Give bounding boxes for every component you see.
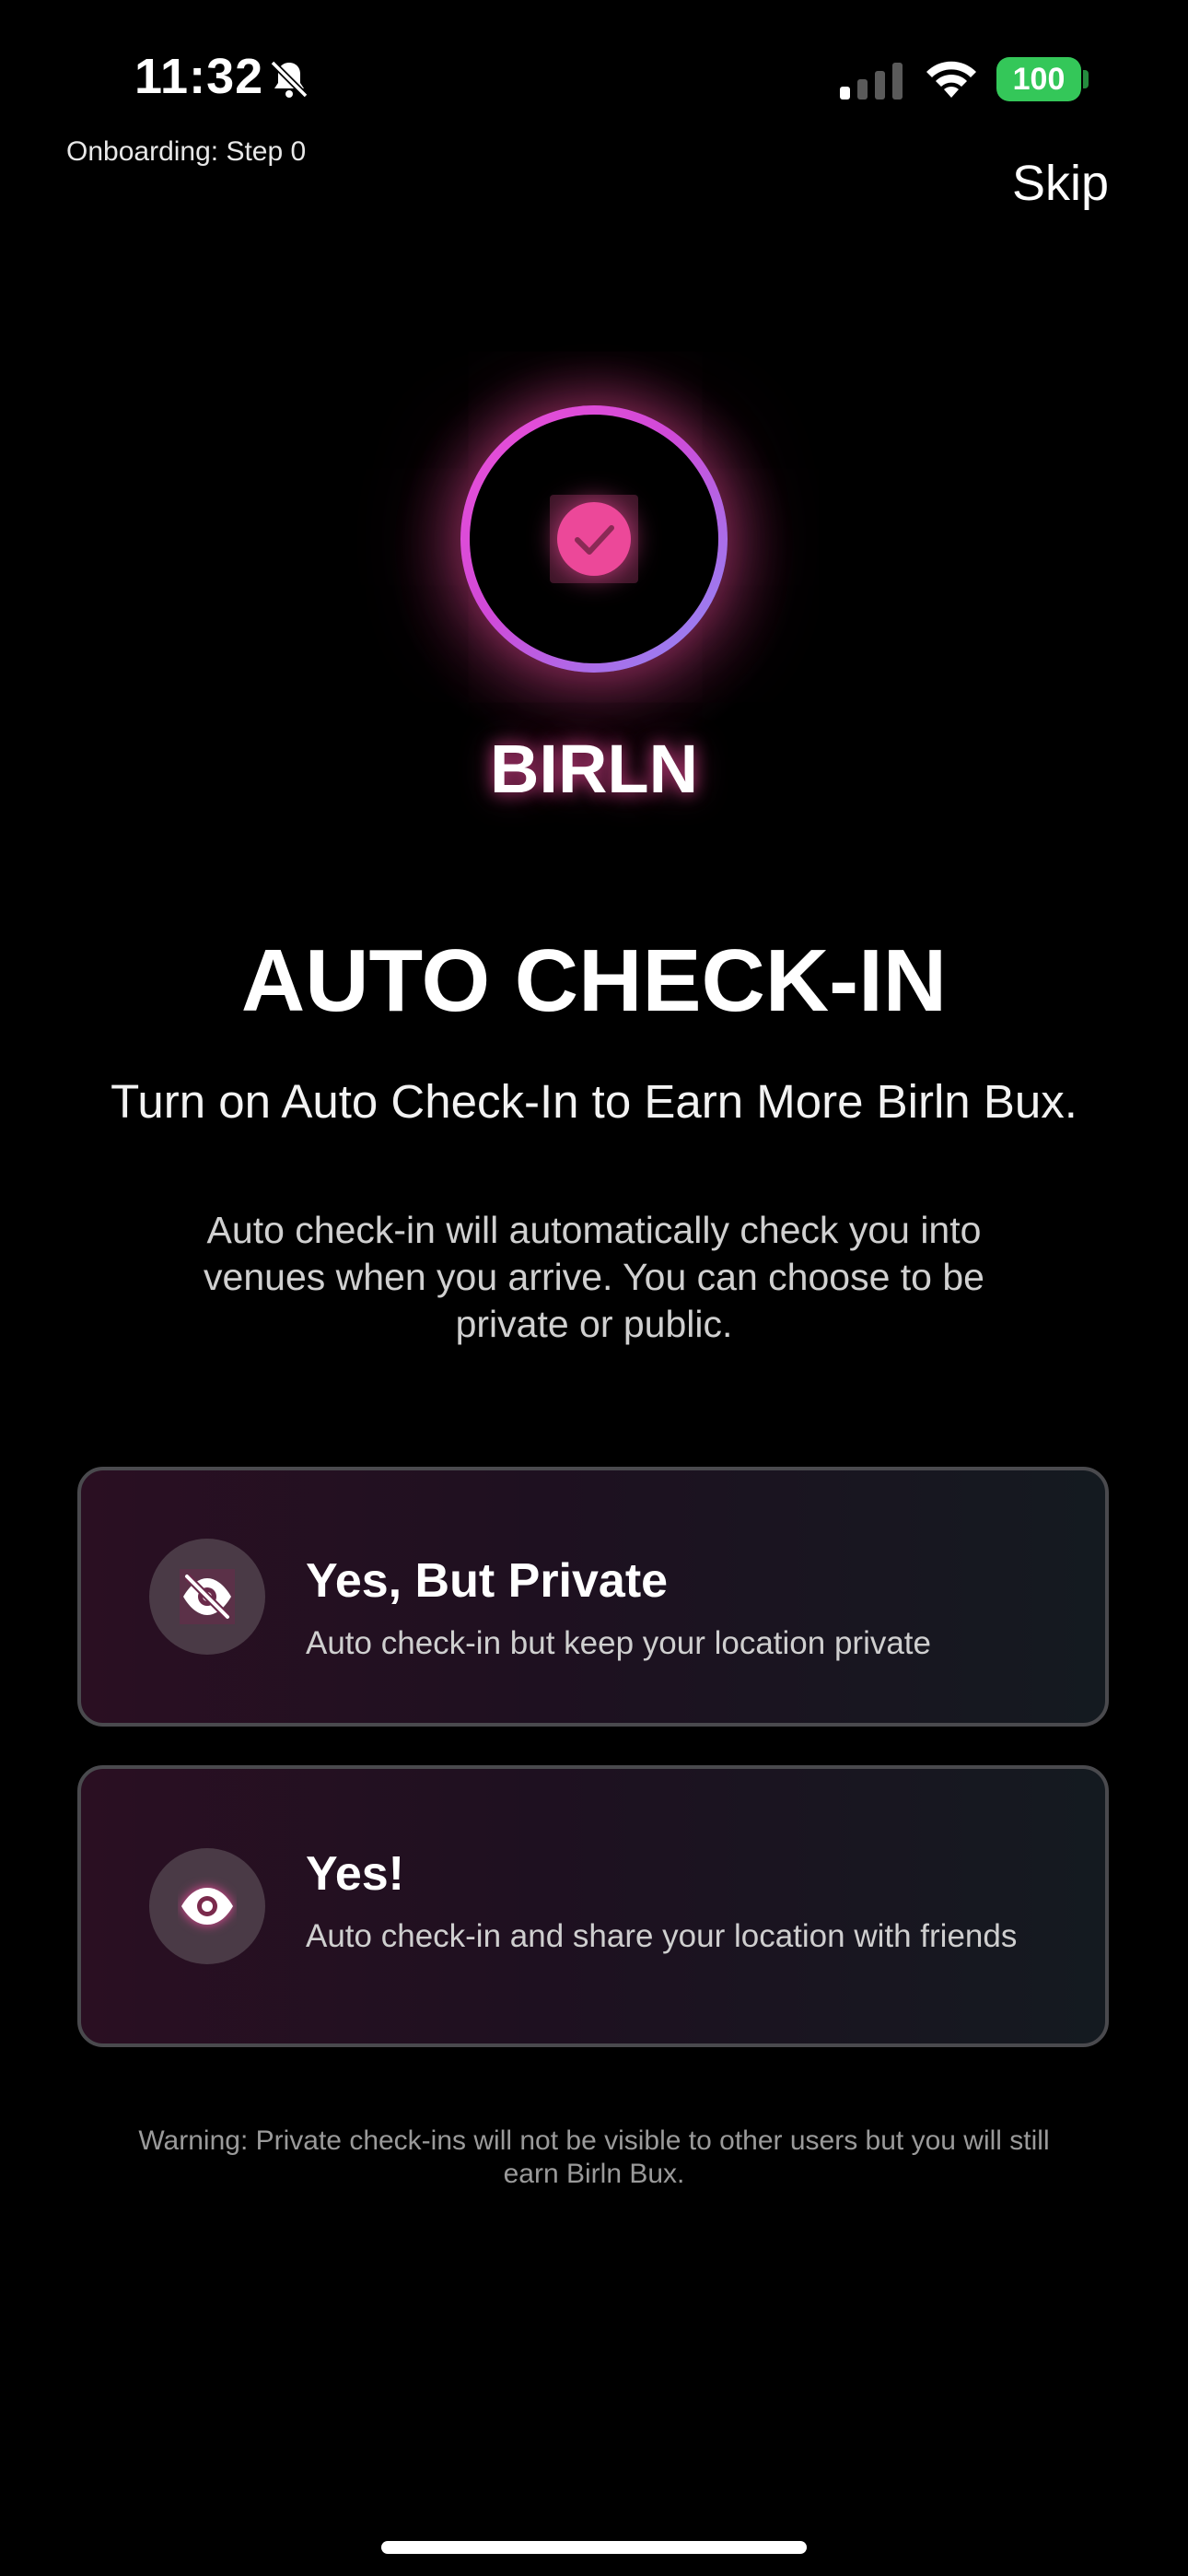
battery-cap [1083,70,1089,88]
wifi-icon [926,61,976,98]
option-public-button[interactable]: Yes! Auto check-in and share your locati… [77,1765,1109,2047]
home-indicator[interactable] [381,2541,807,2554]
warning-text: Warning: Private check-ins will not be v… [138,2125,1050,2189]
option-private-button[interactable]: Yes, But Private Auto check-in but keep … [77,1467,1109,1727]
battery-icon: 100 [996,57,1081,101]
brand-name: BIRLN [489,731,699,807]
option-title: Yes! [306,1847,404,1901]
eye-slash-icon [149,1539,265,1655]
option-icon-background [149,1539,265,1655]
option-title: Yes, But Private [306,1554,669,1608]
page-description: Auto check-in will automatically check y… [204,1209,984,1345]
option-description: Auto check-in and share your location wi… [306,1918,1018,1954]
skip-button[interactable]: Skip [1012,155,1109,212]
onboarding-step-label: Onboarding: Step 0 [66,136,307,167]
bell-slash-icon [270,60,309,99]
status-time: 11:32 [134,49,264,104]
eye-icon [149,1848,265,1964]
check-circle-icon [557,502,631,576]
page-subtitle: Turn on Auto Check-In to Earn More Birln… [111,1075,1077,1128]
cellular-signal-icon [840,63,903,100]
option-icon-background [149,1848,265,1964]
option-description: Auto check-in but keep your location pri… [306,1625,931,1661]
page-title: AUTO CHECK-IN [240,931,948,1030]
